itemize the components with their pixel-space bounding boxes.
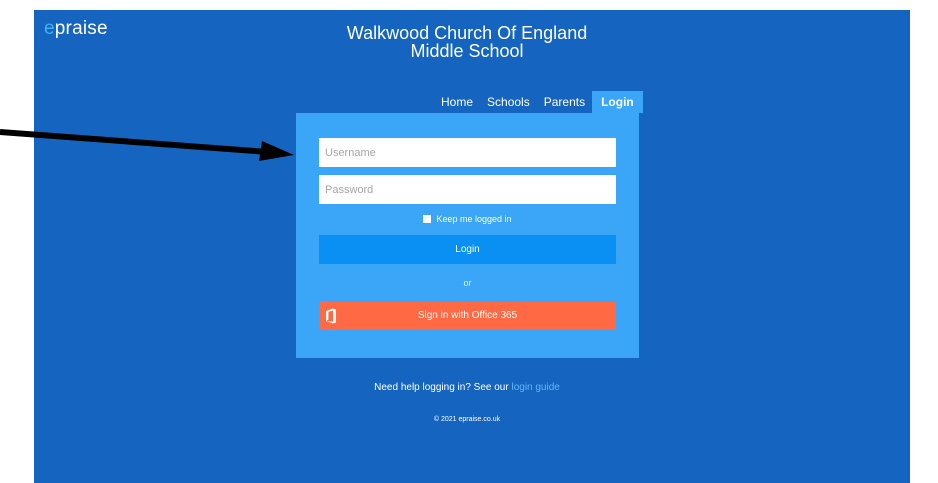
nav-item-login[interactable]: Login bbox=[592, 91, 643, 113]
password-input[interactable] bbox=[319, 175, 616, 204]
nav-item-home[interactable]: Home bbox=[434, 91, 480, 113]
keep-logged-in-checkbox[interactable] bbox=[423, 215, 432, 223]
login-guide-link[interactable]: login guide bbox=[511, 382, 559, 393]
arrow-annotation bbox=[0, 129, 294, 161]
login-button[interactable]: Login bbox=[319, 235, 616, 264]
login-help-text: Need help logging in? See our bbox=[374, 382, 512, 393]
keep-logged-in[interactable]: Keep me logged in bbox=[296, 214, 639, 224]
office365-signin-label: Sign in with Office 365 bbox=[417, 310, 518, 321]
top-nav: Home Schools Parents Login bbox=[434, 91, 643, 113]
login-help: Need help logging in? See our login guid… bbox=[34, 382, 900, 393]
copyright: © 2021 epraise.co.uk bbox=[433, 416, 501, 423]
office-icon bbox=[326, 308, 336, 324]
epraise-page: epraise Walkwood Church Of England Middl… bbox=[34, 10, 910, 483]
keep-logged-in-label: Keep me logged in bbox=[436, 214, 512, 224]
nav-item-schools[interactable]: Schools bbox=[480, 91, 537, 113]
nav-item-parents[interactable]: Parents bbox=[537, 91, 592, 113]
username-input[interactable] bbox=[319, 138, 616, 167]
or-separator: or bbox=[463, 278, 472, 288]
login-panel: Keep me logged in Login or Sign in with … bbox=[296, 113, 639, 358]
school-title-line1: Walkwood Church Of England bbox=[346, 23, 588, 43]
office365-signin-button[interactable]: Sign in with Office 365 bbox=[319, 302, 616, 330]
school-title: Walkwood Church Of England Middle School bbox=[34, 24, 900, 60]
school-title-line2: Middle School bbox=[410, 41, 524, 61]
